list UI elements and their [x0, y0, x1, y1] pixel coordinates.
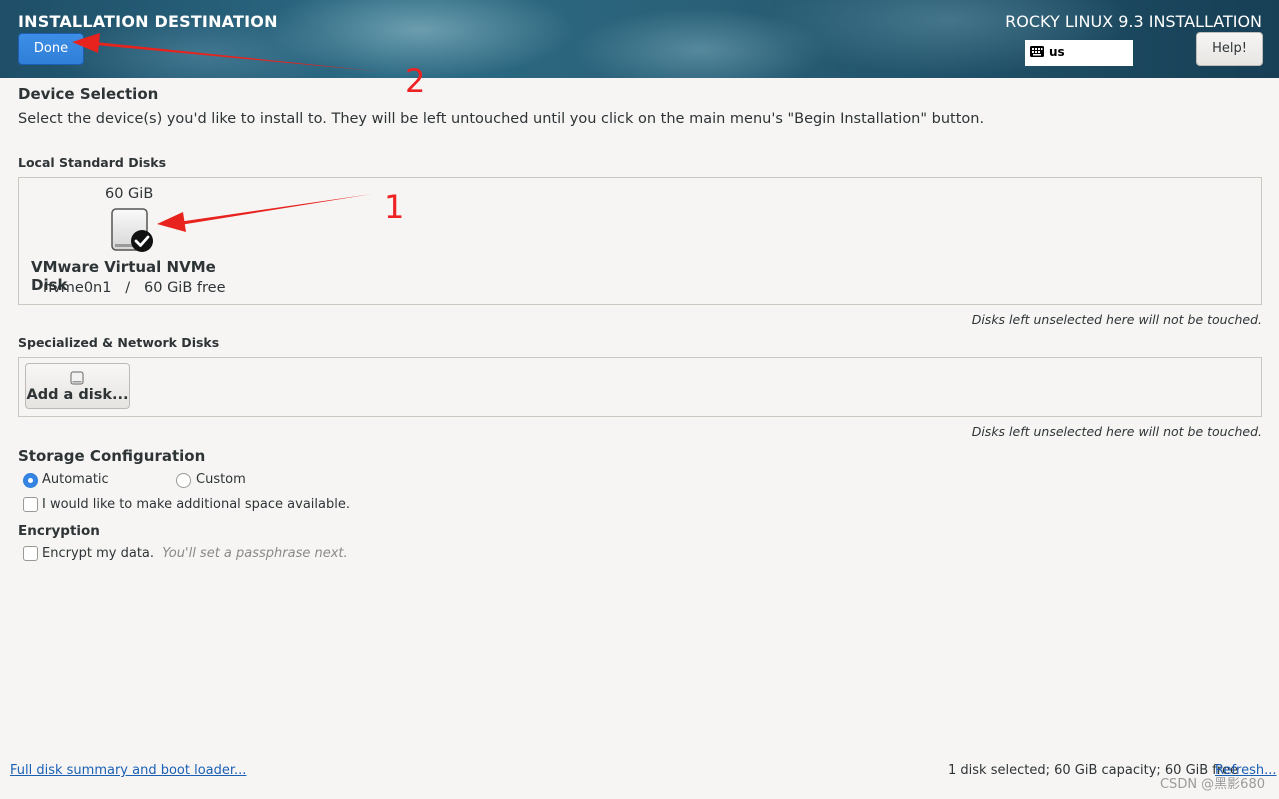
callout-number-2: 2 [405, 62, 426, 100]
automatic-radio[interactable] [23, 473, 38, 488]
keyboard-layout-label: us [1049, 45, 1065, 59]
keyboard-icon [1030, 46, 1044, 60]
disk-detail: nvme0n1 / 60 GiB free [43, 280, 226, 296]
specialized-disks-label: Specialized & Network Disks [18, 335, 220, 350]
add-disk-button[interactable]: Add a disk... [25, 363, 130, 409]
full-disk-summary-link[interactable]: Full disk summary and boot loader... [10, 763, 246, 778]
custom-radio[interactable] [176, 473, 191, 488]
local-disks-panel: 60 GiB VMware Virtual NVMe Disk nvme0n1 … [18, 177, 1262, 305]
encryption-heading: Encryption [18, 523, 100, 539]
disk-tile-nvme0n1[interactable]: 60 GiB VMware Virtual NVMe Disk nvme0n1 … [19, 178, 241, 304]
header-bar: INSTALLATION DESTINATION Done ROCKY LINU… [0, 0, 1279, 78]
help-button[interactable]: Help! [1196, 32, 1263, 66]
automatic-label: Automatic [42, 472, 109, 487]
add-disk-label: Add a disk... [26, 387, 129, 403]
keyboard-layout-indicator[interactable]: us [1025, 40, 1133, 66]
local-disks-note: Disks left unselected here will not be t… [971, 312, 1262, 327]
additional-space-checkbox[interactable] [23, 497, 38, 512]
callout-number-1: 1 [384, 188, 405, 226]
page-title: INSTALLATION DESTINATION [18, 12, 278, 31]
product-title: ROCKY LINUX 9.3 INSTALLATION [1005, 12, 1262, 31]
watermark: CSDN @黑影680 [1159, 777, 1265, 792]
local-disks-label: Local Standard Disks [18, 155, 167, 170]
disk-device: nvme0n1 [43, 280, 112, 296]
installation-destination-screen: INSTALLATION DESTINATION Done ROCKY LINU… [0, 0, 1279, 799]
hard-disk-selected-icon [111, 208, 155, 258]
disk-free: 60 GiB free [144, 280, 226, 296]
encrypt-hint: You'll set a passphrase next. [162, 546, 348, 561]
specialized-disks-note: Disks left unselected here will not be t… [971, 424, 1262, 439]
device-selection-heading: Device Selection [18, 85, 159, 103]
specialized-disks-panel: Add a disk... [18, 357, 1262, 417]
disk-size: 60 GiB [105, 186, 154, 202]
additional-space-label: I would like to make additional space av… [42, 497, 350, 512]
done-button[interactable]: Done [18, 33, 84, 65]
encrypt-checkbox-label: Encrypt my data. [42, 546, 155, 561]
custom-label: Custom [196, 472, 246, 487]
disk-separator: / [125, 280, 131, 296]
encrypt-label: Encrypt my data. You'll set a passphrase… [42, 546, 348, 561]
storage-configuration-heading: Storage Configuration [18, 447, 206, 465]
encrypt-checkbox[interactable] [23, 546, 38, 561]
device-selection-description: Select the device(s) you'd like to insta… [18, 111, 985, 127]
